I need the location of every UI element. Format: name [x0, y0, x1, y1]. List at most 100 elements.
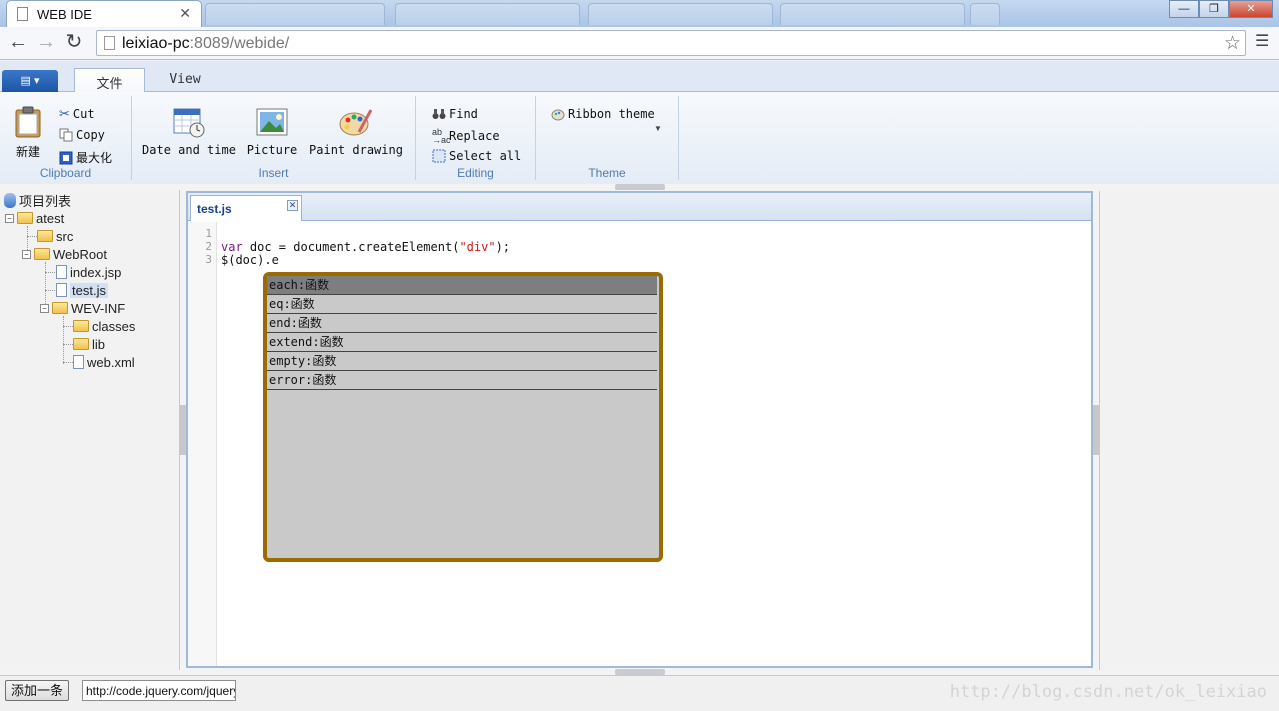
maximize-icon	[59, 151, 73, 164]
line-number: 3	[205, 253, 212, 266]
maximize-label: 最大化	[76, 151, 113, 165]
folder-icon	[52, 302, 68, 314]
copy-label: Copy	[76, 128, 105, 142]
ribbon-splitter-handle[interactable]	[615, 184, 665, 190]
autocomplete-popup: each:函数 eq:函数 end:函数 extend:函数 empty:函数 …	[263, 272, 663, 562]
find-button[interactable]: Find	[432, 107, 478, 121]
tree-item-web-xml[interactable]: web.xml	[73, 353, 135, 371]
chevron-down-icon[interactable]: ▼	[654, 124, 662, 133]
code-line-3[interactable]: $(doc).e	[221, 253, 279, 267]
browser-tab-inactive[interactable]	[205, 3, 385, 25]
right-side-panel	[1099, 191, 1279, 670]
tab-view[interactable]: View	[150, 68, 220, 93]
tree-item-index-jsp[interactable]: index.jsp	[56, 263, 121, 281]
ribbon: ▤ ▾ 文件 View 新建 ✂ Cut Copy 最大化 Clipboard …	[0, 61, 1279, 184]
clipboard-icon	[15, 106, 41, 138]
folder-icon	[73, 320, 89, 332]
ribbon-app-menu-button[interactable]: ▤ ▾	[2, 70, 58, 92]
new-tab-button[interactable]	[970, 3, 1000, 25]
code-line-2[interactable]: var doc = document.createElement("div");	[221, 240, 510, 254]
picture-icon	[256, 108, 288, 136]
collapse-icon[interactable]: −	[40, 303, 49, 313]
watermark: http://blog.csdn.net/ok_leixiao	[949, 682, 1267, 702]
window-close-button[interactable]: ✕	[1229, 0, 1273, 18]
folder-icon	[17, 212, 33, 224]
clipboard-group-label: Clipboard	[39, 166, 92, 180]
address-url: leixiao-pc:8089/webide/	[122, 35, 290, 52]
database-icon	[4, 192, 16, 208]
tree-item-label: test.js	[70, 282, 108, 298]
tree-item-wev-inf[interactable]: − WEV-INF	[40, 299, 125, 317]
bookmark-star-icon[interactable]: ☆	[1224, 32, 1241, 55]
autocomplete-item[interactable]: error:函数	[267, 371, 657, 390]
library-url-input[interactable]	[82, 680, 236, 701]
editing-group-label: Editing	[457, 166, 494, 180]
picture-button[interactable]: Picture	[244, 106, 300, 157]
add-entry-button[interactable]: 添加一条	[5, 680, 69, 701]
editor-tab-test-js[interactable]: test.js ✕	[190, 195, 302, 221]
autocomplete-item[interactable]: empty:函数	[267, 352, 657, 371]
browser-tab-inactive[interactable]	[588, 3, 773, 25]
tab-close-icon[interactable]: ✕	[179, 5, 191, 22]
tree-item-label: atest	[36, 210, 65, 226]
copy-button[interactable]: Copy	[59, 128, 105, 142]
tree-item-label: WEV-INF	[71, 300, 126, 316]
autocomplete-item[interactable]: each:函数	[267, 276, 657, 295]
theme-palette-icon	[551, 109, 565, 121]
editor-tab-strip: test.js ✕	[188, 193, 1091, 221]
browser-toolbar: ← → ↻ leixiao-pc:8089/webide/ ☆ ☰	[0, 27, 1279, 60]
browser-tab-webide[interactable]: WEB IDE ✕	[6, 0, 202, 27]
tab-file[interactable]: 文件	[74, 68, 145, 93]
tree-root-label: 项目列表	[19, 193, 72, 209]
tree-item-lib[interactable]: lib	[73, 335, 105, 353]
cut-label: Cut	[72, 107, 95, 121]
autocomplete-item[interactable]: end:函数	[267, 314, 657, 333]
file-icon	[73, 355, 84, 369]
maximize-button[interactable]: 最大化	[59, 149, 112, 166]
collapse-icon[interactable]: −	[22, 249, 31, 259]
address-bar[interactable]: leixiao-pc:8089/webide/ ☆	[96, 30, 1246, 56]
page-icon	[104, 36, 115, 50]
replace-label: Replace	[449, 129, 500, 143]
browser-menu-icon[interactable]: ☰	[1255, 33, 1271, 51]
paint-drawing-button[interactable]: Paint drawing	[308, 106, 404, 157]
folder-icon	[73, 338, 89, 350]
select-all-button[interactable]: Select all	[432, 149, 521, 163]
tree-item-atest[interactable]: − atest	[5, 209, 64, 227]
project-tree-panel: 项目列表 − atest src − WebRoot index.jsp tes…	[0, 190, 180, 670]
palette-icon	[339, 109, 373, 136]
picture-label: Picture	[246, 143, 298, 157]
autocomplete-item[interactable]: eq:函数	[267, 295, 657, 314]
find-label: Find	[449, 107, 478, 121]
date-time-button[interactable]: Date and time	[142, 106, 236, 157]
tree-item-src[interactable]: src	[37, 227, 73, 245]
scissors-icon: ✂	[59, 106, 70, 121]
editing-group: Find ab →ac Replace Select all Editing	[416, 96, 536, 180]
tree-item-classes[interactable]: classes	[73, 317, 135, 335]
date-time-label: Date and time	[142, 143, 236, 157]
browser-tab-inactive[interactable]	[395, 3, 580, 25]
reload-icon[interactable]: ↻	[62, 31, 86, 55]
window-restore-button[interactable]: ❐	[1199, 0, 1229, 18]
back-arrow-icon[interactable]: ←	[6, 31, 30, 55]
tree-item-label: web.xml	[87, 354, 135, 370]
editor-tab-title: test.js	[197, 202, 232, 216]
autocomplete-item[interactable]: extend:函数	[267, 333, 657, 352]
ribbon-tab-strip: ▤ ▾ 文件 View	[0, 61, 1279, 93]
calendar-clock-icon	[173, 108, 205, 138]
browser-tab-inactive[interactable]	[780, 3, 965, 25]
browser-titlebar: WEB IDE ✕ — ❐ ✕	[0, 0, 1279, 27]
cut-button[interactable]: ✂ Cut	[59, 106, 95, 122]
close-icon[interactable]: ✕	[287, 200, 298, 211]
ribbon-theme-button[interactable]: Ribbon theme	[551, 107, 655, 121]
select-all-label: Select all	[449, 149, 522, 163]
collapse-icon[interactable]: −	[5, 213, 14, 223]
window-minimize-button[interactable]: —	[1169, 0, 1199, 18]
tree-item-test-js[interactable]: test.js	[56, 281, 108, 299]
tree-item-webroot[interactable]: − WebRoot	[22, 245, 107, 263]
new-button[interactable]: 新建	[10, 106, 46, 160]
tree-root[interactable]: 项目列表	[4, 191, 71, 209]
line-number: 1	[205, 227, 212, 240]
forward-arrow-icon[interactable]: →	[34, 31, 58, 55]
replace-button[interactable]: ab →ac Replace	[432, 128, 500, 145]
